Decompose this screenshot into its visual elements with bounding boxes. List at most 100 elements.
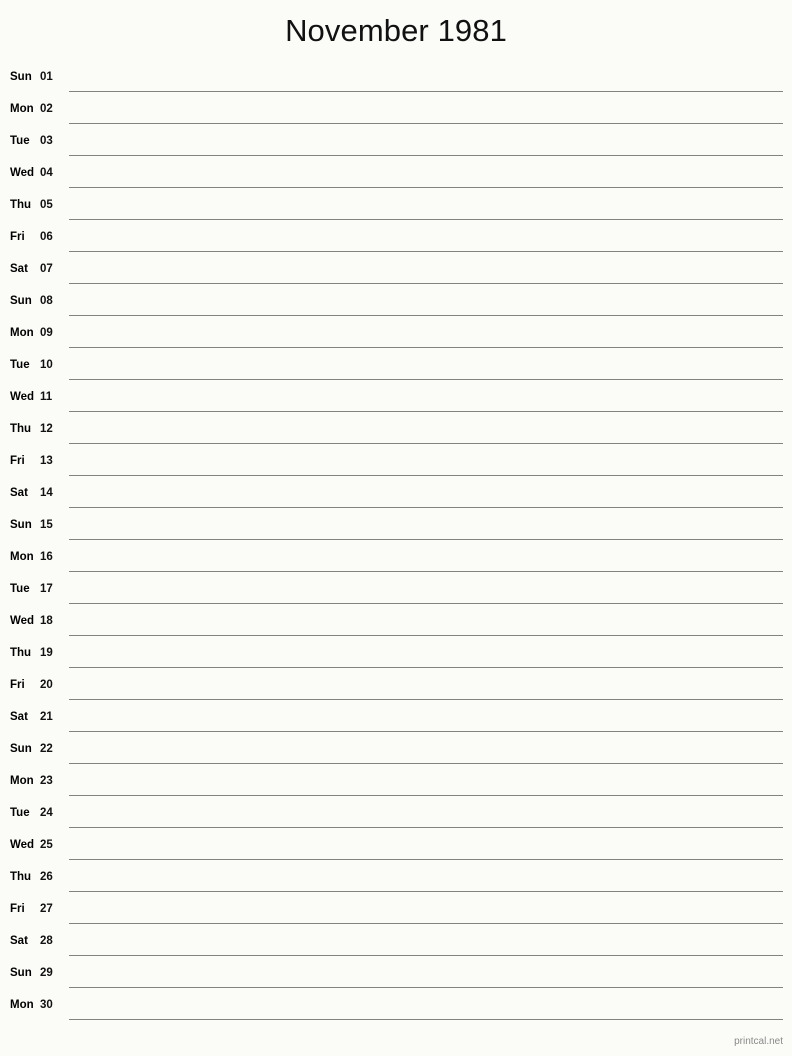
day-notes-line[interactable] xyxy=(69,892,783,924)
day-notes-line[interactable] xyxy=(69,732,783,764)
day-row: Fri 27 xyxy=(0,892,792,924)
day-of-week-label: Fri xyxy=(10,454,25,467)
day-notes-line[interactable] xyxy=(69,252,783,284)
day-of-week-label: Sun xyxy=(10,742,32,755)
day-notes-line[interactable] xyxy=(69,380,783,412)
day-notes-line[interactable] xyxy=(69,828,783,860)
day-of-month-number: 09 xyxy=(40,326,53,339)
day-of-month-number: 10 xyxy=(40,358,53,371)
day-row: Thu 19 xyxy=(0,636,792,668)
day-notes-line[interactable] xyxy=(69,412,783,444)
day-of-week-label: Tue xyxy=(10,806,30,819)
day-notes-line[interactable] xyxy=(69,956,783,988)
day-notes-line[interactable] xyxy=(69,604,783,636)
day-of-week-label: Fri xyxy=(10,678,25,691)
day-of-week-label: Thu xyxy=(10,870,32,883)
day-notes-line[interactable] xyxy=(69,924,783,956)
day-row: Sun 22 xyxy=(0,732,792,764)
day-notes-line[interactable] xyxy=(69,60,783,92)
day-row: Sat 21 xyxy=(0,700,792,732)
day-row: Sun 29 xyxy=(0,956,792,988)
calendar-page: November 1981 Sun 01 Mon 02 Tue 03 Wed 04 Thu 05 F… xyxy=(0,0,792,1056)
day-row: Mon 02 xyxy=(0,92,792,124)
day-of-week-label: Thu xyxy=(10,646,32,659)
day-notes-line[interactable] xyxy=(69,636,783,668)
day-of-week-label: Sat xyxy=(10,486,28,499)
day-notes-line[interactable] xyxy=(69,796,783,828)
day-notes-line[interactable] xyxy=(69,764,783,796)
day-of-month-number: 21 xyxy=(40,710,53,723)
day-row: Thu 12 xyxy=(0,412,792,444)
day-of-week-label: Sun xyxy=(10,966,32,979)
day-of-week-label: Mon xyxy=(10,550,34,563)
day-of-week-label: Sat xyxy=(10,262,28,275)
day-row: Sat 28 xyxy=(0,924,792,956)
day-notes-line[interactable] xyxy=(69,124,783,156)
footer-brand: printcal.net xyxy=(734,1036,783,1047)
day-row: Tue 24 xyxy=(0,796,792,828)
day-row: Mon 09 xyxy=(0,316,792,348)
day-of-week-label: Sat xyxy=(10,934,28,947)
day-notes-line[interactable] xyxy=(69,668,783,700)
day-notes-line[interactable] xyxy=(69,284,783,316)
day-notes-line[interactable] xyxy=(69,444,783,476)
day-of-month-number: 06 xyxy=(40,230,53,243)
day-of-week-label: Sun xyxy=(10,518,32,531)
day-of-month-number: 22 xyxy=(40,742,53,755)
day-of-month-number: 25 xyxy=(40,838,53,851)
day-of-week-label: Wed xyxy=(10,390,35,403)
day-notes-line[interactable] xyxy=(69,540,783,572)
day-row: Tue 03 xyxy=(0,124,792,156)
day-of-week-label: Sun xyxy=(10,70,32,83)
day-of-week-label: Tue xyxy=(10,134,30,147)
day-of-month-number: 30 xyxy=(40,998,53,1011)
day-of-week-label: Fri xyxy=(10,902,25,915)
day-row: Mon 23 xyxy=(0,764,792,796)
day-row-list: Sun 01 Mon 02 Tue 03 Wed 04 Thu 05 Fri 06 Sat 07 Sun 08… xyxy=(0,60,792,1020)
day-notes-line[interactable] xyxy=(69,700,783,732)
day-notes-line[interactable] xyxy=(69,860,783,892)
day-row: Wed 11 xyxy=(0,380,792,412)
day-row: Mon 16 xyxy=(0,540,792,572)
day-of-week-label: Thu xyxy=(10,422,32,435)
day-row: Wed 18 xyxy=(0,604,792,636)
day-notes-line[interactable] xyxy=(69,476,783,508)
day-notes-line[interactable] xyxy=(69,316,783,348)
day-notes-line[interactable] xyxy=(69,572,783,604)
day-of-week-label: Sat xyxy=(10,710,28,723)
day-notes-line[interactable] xyxy=(69,508,783,540)
day-of-month-number: 17 xyxy=(40,582,53,595)
day-of-month-number: 28 xyxy=(40,934,53,947)
day-row: Tue 17 xyxy=(0,572,792,604)
day-of-month-number: 03 xyxy=(40,134,53,147)
day-of-month-number: 18 xyxy=(40,614,53,627)
day-notes-line[interactable] xyxy=(69,988,783,1020)
day-of-month-number: 13 xyxy=(40,454,53,467)
day-of-month-number: 20 xyxy=(40,678,53,691)
day-of-week-label: Mon xyxy=(10,774,34,787)
day-notes-line[interactable] xyxy=(69,220,783,252)
day-of-month-number: 19 xyxy=(40,646,53,659)
day-row: Sun 08 xyxy=(0,284,792,316)
day-row: Mon 30 xyxy=(0,988,792,1020)
day-of-week-label: Wed xyxy=(10,838,35,851)
day-of-month-number: 12 xyxy=(40,422,53,435)
day-of-week-label: Tue xyxy=(10,358,30,371)
day-row: Fri 06 xyxy=(0,220,792,252)
day-of-week-label: Wed xyxy=(10,614,35,627)
day-notes-line[interactable] xyxy=(69,156,783,188)
day-of-month-number: 16 xyxy=(40,550,53,563)
day-of-month-number: 08 xyxy=(40,294,53,307)
day-of-month-number: 07 xyxy=(40,262,53,275)
day-row: Sat 14 xyxy=(0,476,792,508)
day-of-month-number: 27 xyxy=(40,902,53,915)
day-of-week-label: Tue xyxy=(10,582,30,595)
day-notes-line[interactable] xyxy=(69,348,783,380)
day-notes-line[interactable] xyxy=(69,92,783,124)
day-of-month-number: 14 xyxy=(40,486,53,499)
day-of-week-label: Fri xyxy=(10,230,25,243)
day-row: Thu 05 xyxy=(0,188,792,220)
day-notes-line[interactable] xyxy=(69,188,783,220)
day-of-month-number: 04 xyxy=(40,166,53,179)
day-of-week-label: Wed xyxy=(10,166,35,179)
